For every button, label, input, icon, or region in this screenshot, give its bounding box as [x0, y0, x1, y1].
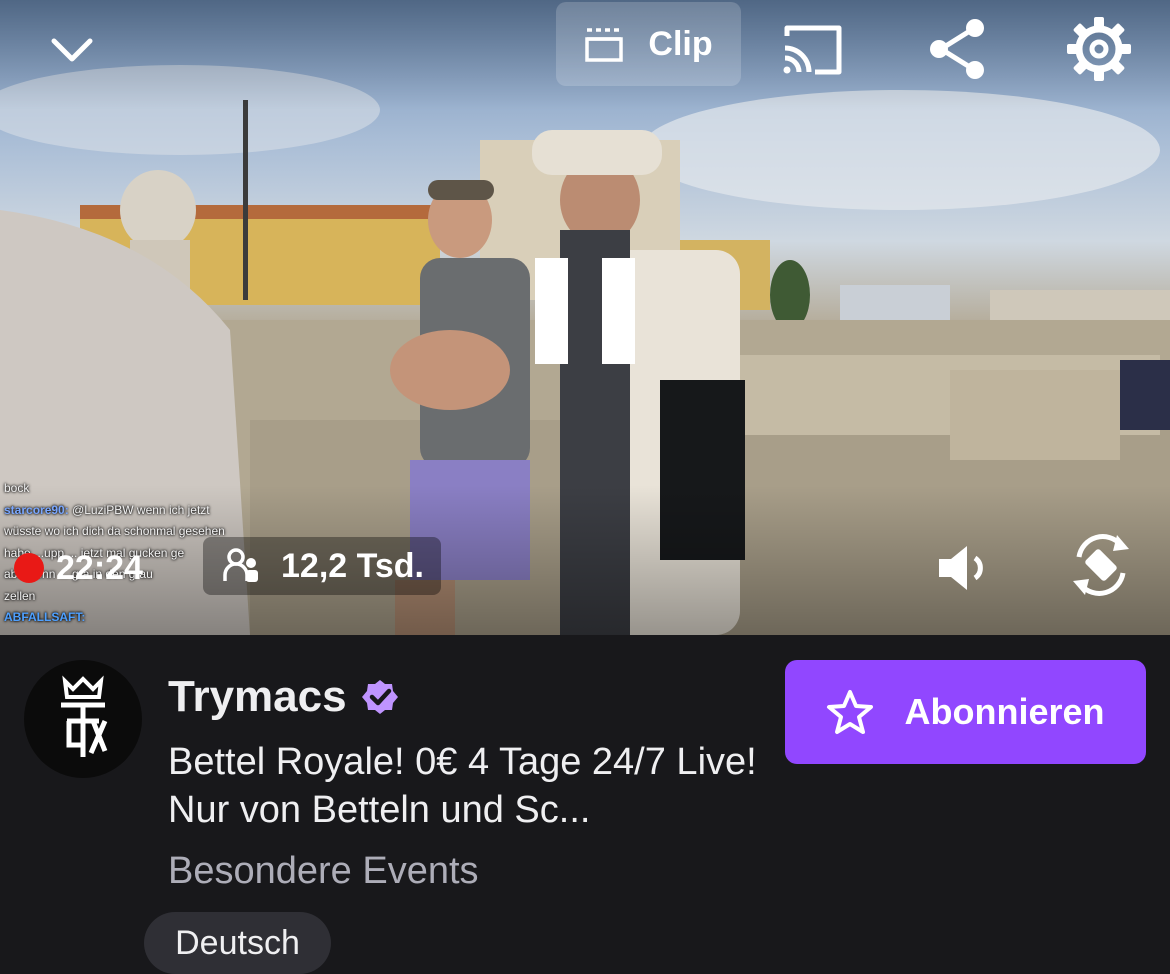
subscribe-button[interactable]: Abonnieren — [785, 660, 1146, 764]
rotate-screen-button[interactable] — [1066, 528, 1136, 602]
gear-icon — [1067, 17, 1131, 81]
pause-icon-bar — [602, 258, 635, 364]
channel-avatar[interactable] — [24, 660, 142, 778]
live-indicator: 22:24 — [8, 540, 204, 596]
clapperboard-icon — [585, 28, 624, 62]
volume-button[interactable] — [932, 538, 1002, 598]
chat-line: starcore90: @LuziPBW wenn ich jetzt — [4, 502, 210, 517]
volume-icon — [939, 546, 983, 590]
verified-badge-icon — [361, 680, 398, 714]
viewer-count: 12,2 Tsd. — [281, 546, 424, 585]
clip-button[interactable]: Clip — [556, 2, 741, 86]
video-player[interactable]: Clip bock starcore90: @LuziPBW wenn ich … — [0, 0, 1170, 635]
stream-uptime: 22:24 — [56, 548, 143, 587]
pause-button[interactable] — [535, 258, 635, 368]
cast-button[interactable] — [775, 18, 849, 82]
viewers-icon — [223, 548, 258, 582]
share-icon — [930, 19, 984, 79]
live-dot-icon — [14, 553, 44, 583]
channel-row: Trymacs — [168, 668, 399, 726]
subscribe-label: Abonnieren — [904, 691, 1105, 732]
chat-line: ABFALLSAFT: — [4, 610, 86, 624]
channel-name[interactable]: Trymacs — [168, 672, 347, 722]
cast-icon — [783, 25, 842, 75]
settings-button[interactable] — [1062, 12, 1136, 86]
channel-logo-icon — [61, 675, 108, 757]
chat-line: bock — [4, 481, 30, 495]
pause-icon — [535, 258, 568, 364]
star-icon — [827, 690, 874, 734]
stream-category[interactable]: Besondere Events — [168, 850, 479, 893]
share-button[interactable] — [922, 14, 992, 84]
minimize-button[interactable] — [40, 20, 104, 80]
chevron-down-icon — [51, 38, 93, 62]
stream-title: Bettel Royale! 0€ 4 Tage 24/7 Live! Nur … — [168, 741, 757, 831]
tag-language[interactable]: Deutsch — [144, 912, 331, 974]
rotate-screen-icon — [1073, 534, 1129, 596]
clip-label: Clip — [648, 24, 713, 63]
viewer-count-badge: 12,2 Tsd. — [203, 537, 441, 595]
